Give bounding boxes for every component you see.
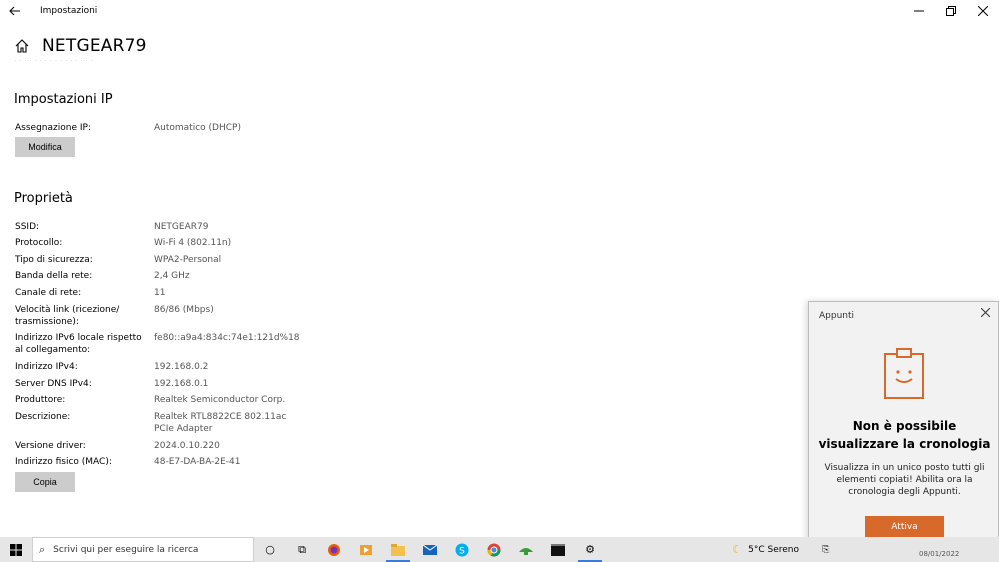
scroll-fade: · · · · · · · · · · · · · · · · [14,60,134,64]
property-label: Versione driver: [15,441,86,451]
property-row-protocol: Protocollo: Wi-Fi 4 (802.11n) [15,237,304,249]
clipboard-panel-title: Appunti [819,311,855,321]
heading-line: Non è possibile [852,419,957,433]
back-arrow-icon[interactable] [0,0,30,22]
media-player-icon[interactable] [350,537,382,562]
clipboard-panel-heading: Non è possibile visualizzare la cronolog… [809,417,999,453]
taskbar: ⌕ Scrivi qui per eseguire la ricerca ○ ⧉… [0,537,999,562]
heading-line: visualizzare la cronologia [818,437,991,451]
taskbar-search[interactable]: ⌕ Scrivi qui per eseguire la ricerca [32,537,254,562]
restore-icon[interactable] [935,0,967,22]
property-label: Velocità link (ricezione/ trasmissione): [15,305,120,327]
weather-moon-icon: ☾ [732,543,743,556]
ip-assignment-row: Assegnazione IP: Automatico (DHCP) [15,122,304,134]
property-label: Descrizione: [15,412,71,422]
property-row-description: Descrizione: Realtek RTL8822CE 802.11ac … [15,411,294,435]
property-row-manufacturer: Produttore: Realtek Semiconductor Corp. [15,394,304,406]
property-label: Produttore: [15,395,66,405]
clipboard-panel: Appunti Non è possibile visualizzare la … [808,301,999,557]
clipboard-tray-icon[interactable]: ⎘ [822,545,829,555]
property-row-dns: Server DNS IPv4: 192.168.0.1 [15,378,304,390]
lamp-app-icon[interactable] [510,537,542,562]
property-label: Canale di rete: [15,288,82,298]
clipboard-icon [884,348,924,399]
date-fragment: 08/01/2022 [919,550,960,558]
minimize-icon[interactable] [903,0,935,22]
property-label: SSID: [15,222,40,232]
property-value: 86/86 (Mbps) [154,305,214,315]
property-value: NETGEAR79 [154,222,209,232]
edit-button[interactable]: Modifica [15,137,75,157]
firefox-icon[interactable] [318,537,350,562]
window-title: Impostazioni [40,6,98,16]
search-placeholder: Scrivi qui per eseguire la ricerca [53,544,199,555]
property-value: 2,4 GHz [154,271,190,281]
property-value: 11 [154,288,166,298]
property-value: 192.168.0.1 [154,379,209,389]
chrome-icon[interactable] [478,537,510,562]
property-row-ipv4: Indirizzo IPv4: 192.168.0.2 [15,361,304,373]
skype-icon[interactable]: S [446,537,478,562]
property-value: 2024.0.10.220 [154,441,220,451]
clipboard-panel-text: Visualizza in un unico posto tutti gli e… [824,463,985,497]
property-row-channel: Canale di rete: 11 [15,287,304,299]
close-icon[interactable] [967,0,999,22]
activate-button[interactable]: Attiva [865,516,944,537]
property-value: Wi-Fi 4 (802.11n) [154,238,232,248]
ip-assignment-label: Assegnazione IP: [15,123,91,133]
properties-heading: Proprietà [14,191,73,206]
file-explorer-icon[interactable] [382,537,414,562]
home-icon[interactable] [14,38,30,54]
cortana-icon[interactable]: ○ [254,537,286,562]
terminal-icon[interactable] [542,537,574,562]
property-value: Realtek Semiconductor Corp. [154,395,286,405]
page-header: NETGEAR79 [14,36,147,56]
property-value: Realtek RTL8822CE 802.11ac PCIe Adapter [154,412,287,434]
property-label: Tipo di sicurezza: [15,255,93,265]
copy-button[interactable]: Copia [15,472,75,492]
property-row-link-speed: Velocità link (ricezione/ trasmissione):… [15,304,304,328]
system-tray: ☾ 5°C Sereno ⎘ [732,537,829,562]
property-value: fe80::a9a4:834c:74e1:121d%18 [154,333,300,343]
search-icon: ⌕ [39,542,46,556]
property-row-ssid: SSID: NETGEAR79 [15,221,304,233]
title-bar: Impostazioni [0,0,999,22]
property-label: Indirizzo IPv6 locale rispetto al colleg… [15,333,142,355]
settings-gear-icon[interactable]: ⚙ [574,537,606,562]
property-label: Banda della rete: [15,271,93,281]
property-row-security: Tipo di sicurezza: WPA2-Personal [15,254,304,266]
property-value: 192.168.0.2 [154,362,209,372]
property-label: Server DNS IPv4: [15,379,92,389]
ip-settings-heading: Impostazioni IP [14,92,113,107]
property-row-band: Banda della rete: 2,4 GHz [15,270,304,282]
close-icon[interactable] [980,307,991,320]
svg-text:S: S [459,546,465,556]
property-value: 48-E7-DA-BA-2E-41 [154,457,241,467]
ip-assignment-value: Automatico (DHCP) [154,123,241,133]
property-label: Protocollo: [15,238,63,248]
property-value: WPA2-Personal [154,255,222,265]
mail-icon[interactable] [414,537,446,562]
task-view-icon[interactable]: ⧉ [286,537,318,562]
property-label: Indirizzo fisico (MAC): [15,457,112,467]
property-label: Indirizzo IPv4: [15,362,78,372]
property-row-ipv6: Indirizzo IPv6 locale rispetto al colleg… [15,332,304,356]
windows-start-icon[interactable] [0,537,32,562]
page-title: NETGEAR79 [42,36,147,56]
window-controls [903,0,999,22]
property-row-mac: Indirizzo fisico (MAC): 48-E7-DA-BA-2E-4… [15,456,304,468]
property-row-driver: Versione driver: 2024.0.10.220 [15,440,304,452]
weather-text[interactable]: 5°C Sereno [748,545,799,555]
